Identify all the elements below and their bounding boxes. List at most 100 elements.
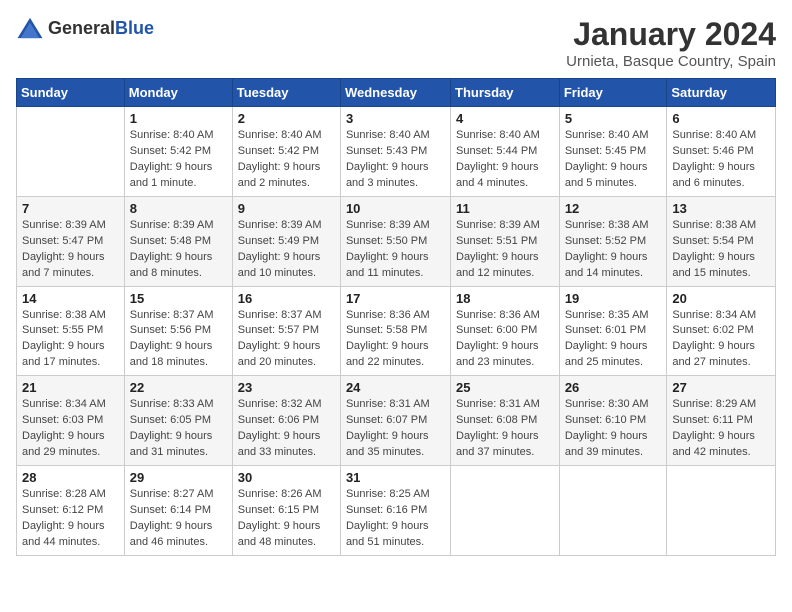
- day-number: 14: [22, 291, 119, 306]
- day-number: 27: [672, 380, 770, 395]
- day-number: 23: [238, 380, 335, 395]
- day-number: 5: [565, 111, 662, 126]
- logo-text-general: General: [48, 18, 115, 38]
- day-info: Sunrise: 8:39 AMSunset: 5:47 PMDaylight:…: [22, 218, 119, 282]
- subtitle: Urnieta, Basque Country, Spain: [566, 53, 776, 70]
- calendar-cell: 13 Sunrise: 8:38 AMSunset: 5:54 PMDayligh…: [667, 196, 776, 286]
- calendar-week-row: 7 Sunrise: 8:39 AMSunset: 5:47 PMDaylight…: [17, 196, 776, 286]
- calendar-week-row: 28Sunrise: 8:28 AMSunset: 6:12 PMDayligh…: [17, 466, 776, 556]
- calendar-cell: 15Sunrise: 8:37 AMSunset: 5:56 PMDayligh…: [124, 286, 232, 376]
- calendar-cell: 7 Sunrise: 8:39 AMSunset: 5:47 PMDaylight…: [17, 196, 125, 286]
- day-number: 16: [238, 291, 335, 306]
- calendar-week-row: 14 Sunrise: 8:38 AMSunset: 5:55 PMDayligh…: [17, 286, 776, 376]
- day-number: 15: [130, 291, 227, 306]
- calendar-cell: 14 Sunrise: 8:38 AMSunset: 5:55 PMDayligh…: [17, 286, 125, 376]
- calendar-cell: 11Sunrise: 8:39 AMSunset: 5:51 PMDayligh…: [451, 196, 560, 286]
- calendar-cell: 28Sunrise: 8:28 AMSunset: 6:12 PMDayligh…: [17, 466, 125, 556]
- calendar-cell: [451, 466, 560, 556]
- calendar-cell: 21 Sunrise: 8:34 AMSunset: 6:03 PMDayligh…: [17, 376, 125, 466]
- calendar-cell: 31 Sunrise: 8:25 AMSunset: 6:16 PMDayligh…: [340, 466, 450, 556]
- day-number: 28: [22, 470, 119, 485]
- calendar-cell: 8 Sunrise: 8:39 AMSunset: 5:48 PMDaylight…: [124, 196, 232, 286]
- calendar-cell: 24 Sunrise: 8:31 AMSunset: 6:07 PMDayligh…: [340, 376, 450, 466]
- day-info: Sunrise: 8:34 AMSunset: 6:03 PMDaylight:…: [22, 397, 119, 461]
- logo-text-blue: Blue: [115, 18, 154, 38]
- day-of-week-header: Wednesday: [340, 79, 450, 107]
- calendar-cell: 9Sunrise: 8:39 AMSunset: 5:49 PMDaylight…: [232, 196, 340, 286]
- day-number: 21: [22, 380, 119, 395]
- calendar-cell: 18Sunrise: 8:36 AMSunset: 6:00 PMDayligh…: [451, 286, 560, 376]
- day-info: Sunrise: 8:38 AMSunset: 5:55 PMDaylight:…: [22, 308, 119, 372]
- day-info: Sunrise: 8:38 AMSunset: 5:54 PMDaylight:…: [672, 218, 770, 282]
- calendar-cell: 23 Sunrise: 8:32 AMSunset: 6:06 PMDayligh…: [232, 376, 340, 466]
- day-info: Sunrise: 8:33 AMSunset: 6:05 PMDaylight:…: [130, 397, 227, 461]
- day-of-week-header: Saturday: [667, 79, 776, 107]
- title-area: January 2024 Urnieta, Basque Country, Sp…: [566, 16, 776, 70]
- day-number: 20: [672, 291, 770, 306]
- calendar-cell: 1 Sunrise: 8:40 AMSunset: 5:42 PMDaylight…: [124, 107, 232, 197]
- calendar-cell: 17Sunrise: 8:36 AMSunset: 5:58 PMDayligh…: [340, 286, 450, 376]
- day-of-week-header: Sunday: [17, 79, 125, 107]
- day-number: 6: [672, 111, 770, 126]
- day-info: Sunrise: 8:39 AMSunset: 5:51 PMDaylight:…: [456, 218, 554, 282]
- calendar-cell: [667, 466, 776, 556]
- day-info: Sunrise: 8:36 AMSunset: 5:58 PMDaylight:…: [346, 308, 445, 372]
- header: GeneralBlue January 2024 Urnieta, Basque…: [16, 16, 776, 70]
- day-of-week-header: Tuesday: [232, 79, 340, 107]
- day-info: Sunrise: 8:36 AMSunset: 6:00 PMDaylight:…: [456, 308, 554, 372]
- calendar-cell: 3Sunrise: 8:40 AMSunset: 5:43 PMDaylight…: [340, 107, 450, 197]
- calendar-week-row: 1 Sunrise: 8:40 AMSunset: 5:42 PMDaylight…: [17, 107, 776, 197]
- logo-icon: [16, 16, 44, 40]
- calendar-cell: 6 Sunrise: 8:40 AMSunset: 5:46 PMDaylight…: [667, 107, 776, 197]
- day-info: Sunrise: 8:34 AMSunset: 6:02 PMDaylight:…: [672, 308, 770, 372]
- day-info: Sunrise: 8:27 AMSunset: 6:14 PMDaylight:…: [130, 487, 227, 551]
- day-info: Sunrise: 8:40 AMSunset: 5:42 PMDaylight:…: [130, 128, 227, 192]
- calendar-cell: 27 Sunrise: 8:29 AMSunset: 6:11 PMDayligh…: [667, 376, 776, 466]
- day-info: Sunrise: 8:31 AMSunset: 6:07 PMDaylight:…: [346, 397, 445, 461]
- day-number: 26: [565, 380, 662, 395]
- calendar-cell: 26 Sunrise: 8:30 AMSunset: 6:10 PMDayligh…: [559, 376, 667, 466]
- calendar-cell: [17, 107, 125, 197]
- day-number: 13: [672, 201, 770, 216]
- day-number: 19: [565, 291, 662, 306]
- day-number: 7: [22, 201, 119, 216]
- day-of-week-header: Friday: [559, 79, 667, 107]
- day-info: Sunrise: 8:32 AMSunset: 6:06 PMDaylight:…: [238, 397, 335, 461]
- calendar-cell: 30Sunrise: 8:26 AMSunset: 6:15 PMDayligh…: [232, 466, 340, 556]
- day-number: 8: [130, 201, 227, 216]
- day-number: 24: [346, 380, 445, 395]
- calendar-cell: 29 Sunrise: 8:27 AMSunset: 6:14 PMDayligh…: [124, 466, 232, 556]
- day-info: Sunrise: 8:40 AMSunset: 5:45 PMDaylight:…: [565, 128, 662, 192]
- day-info: Sunrise: 8:37 AMSunset: 5:57 PMDaylight:…: [238, 308, 335, 372]
- day-number: 2: [238, 111, 335, 126]
- calendar-week-row: 21 Sunrise: 8:34 AMSunset: 6:03 PMDayligh…: [17, 376, 776, 466]
- day-info: Sunrise: 8:38 AMSunset: 5:52 PMDaylight:…: [565, 218, 662, 282]
- calendar-cell: 16 Sunrise: 8:37 AMSunset: 5:57 PMDayligh…: [232, 286, 340, 376]
- calendar-cell: 25Sunrise: 8:31 AMSunset: 6:08 PMDayligh…: [451, 376, 560, 466]
- day-number: 4: [456, 111, 554, 126]
- calendar-cell: 12 Sunrise: 8:38 AMSunset: 5:52 PMDayligh…: [559, 196, 667, 286]
- day-info: Sunrise: 8:29 AMSunset: 6:11 PMDaylight:…: [672, 397, 770, 461]
- day-info: Sunrise: 8:40 AMSunset: 5:42 PMDaylight:…: [238, 128, 335, 192]
- day-number: 3: [346, 111, 445, 126]
- day-info: Sunrise: 8:39 AMSunset: 5:48 PMDaylight:…: [130, 218, 227, 282]
- day-info: Sunrise: 8:40 AMSunset: 5:46 PMDaylight:…: [672, 128, 770, 192]
- day-info: Sunrise: 8:39 AMSunset: 5:50 PMDaylight:…: [346, 218, 445, 282]
- day-number: 10: [346, 201, 445, 216]
- day-number: 31: [346, 470, 445, 485]
- day-info: Sunrise: 8:26 AMSunset: 6:15 PMDaylight:…: [238, 487, 335, 551]
- calendar-cell: 10 Sunrise: 8:39 AMSunset: 5:50 PMDayligh…: [340, 196, 450, 286]
- calendar-cell: 2 Sunrise: 8:40 AMSunset: 5:42 PMDaylight…: [232, 107, 340, 197]
- day-info: Sunrise: 8:31 AMSunset: 6:08 PMDaylight:…: [456, 397, 554, 461]
- day-number: 22: [130, 380, 227, 395]
- day-number: 12: [565, 201, 662, 216]
- day-info: Sunrise: 8:39 AMSunset: 5:49 PMDaylight:…: [238, 218, 335, 282]
- calendar-cell: 20 Sunrise: 8:34 AMSunset: 6:02 PMDayligh…: [667, 286, 776, 376]
- day-number: 29: [130, 470, 227, 485]
- day-info: Sunrise: 8:30 AMSunset: 6:10 PMDaylight:…: [565, 397, 662, 461]
- day-info: Sunrise: 8:25 AMSunset: 6:16 PMDaylight:…: [346, 487, 445, 551]
- calendar-table: SundayMondayTuesdayWednesdayThursdayFrid…: [16, 78, 776, 556]
- day-info: Sunrise: 8:35 AMSunset: 6:01 PMDaylight:…: [565, 308, 662, 372]
- calendar-cell: 19 Sunrise: 8:35 AMSunset: 6:01 PMDayligh…: [559, 286, 667, 376]
- day-number: 1: [130, 111, 227, 126]
